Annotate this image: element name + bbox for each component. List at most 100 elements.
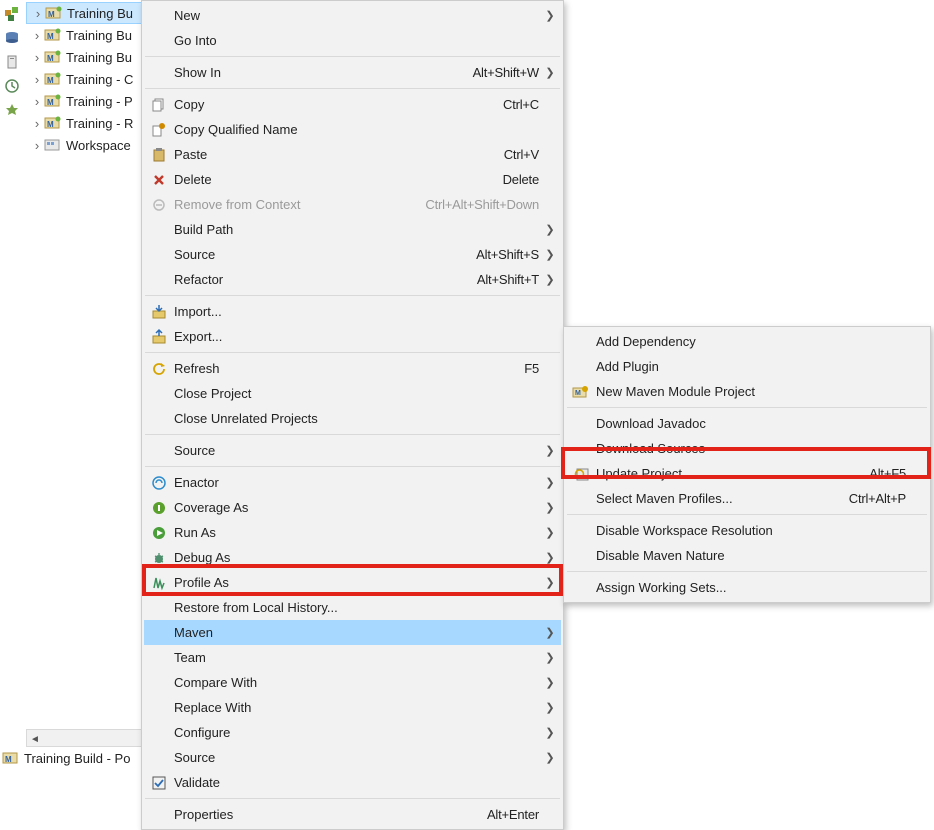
menu-item-label: Close Unrelated Projects [172, 411, 539, 426]
menu-item[interactable]: Assign Working Sets... [566, 575, 928, 600]
expand-icon[interactable]: › [30, 138, 44, 153]
menu-item[interactable]: Enactor❯ [144, 470, 561, 495]
menu-item[interactable]: Show InAlt+Shift+W❯ [144, 60, 561, 85]
menu-item-shortcut: Ctrl+C [503, 97, 541, 112]
db-icon[interactable] [4, 30, 20, 46]
menu-item[interactable]: Source❯ [144, 438, 561, 463]
menu-item-label: Disable Workspace Resolution [594, 523, 906, 538]
project-label: Training Bu [66, 28, 132, 43]
menu-separator [145, 56, 560, 57]
menu-item[interactable]: CopyCtrl+C [144, 92, 561, 117]
scroll-left-icon[interactable]: ◄ [27, 732, 43, 748]
menu-item-shortcut: Alt+Shift+W [473, 65, 541, 80]
maven-project-icon: M [44, 115, 62, 131]
menu-item[interactable]: SourceAlt+Shift+S❯ [144, 242, 561, 267]
view-toolbar [0, 0, 24, 768]
menu-separator [145, 88, 560, 89]
expand-icon[interactable]: › [30, 50, 44, 65]
coverage-icon [146, 501, 172, 515]
menu-item-label: Close Project [172, 386, 539, 401]
menu-item-label: Refresh [172, 361, 524, 376]
svg-text:M: M [47, 98, 54, 107]
menu-item[interactable]: Source❯ [144, 745, 561, 770]
menu-item[interactable]: DeleteDelete [144, 167, 561, 192]
horizontal-scrollbar[interactable]: ◄ [26, 729, 146, 747]
menu-item-label: Validate [172, 775, 539, 790]
maven-project-icon: M [44, 49, 62, 65]
menu-item[interactable]: Export... [144, 324, 561, 349]
tag-icon[interactable] [4, 54, 20, 70]
menu-item[interactable]: Close Unrelated Projects [144, 406, 561, 431]
context-menu: New❯Go IntoShow InAlt+Shift+W❯CopyCtrl+C… [141, 0, 564, 830]
menu-item[interactable]: New❯ [144, 3, 561, 28]
history-icon[interactable] [4, 78, 20, 94]
expand-icon[interactable]: › [30, 94, 44, 109]
expand-icon[interactable]: › [30, 116, 44, 131]
menu-item[interactable]: Coverage As❯ [144, 495, 561, 520]
menu-item[interactable]: RefreshF5 [144, 356, 561, 381]
submenu-arrow-icon: ❯ [541, 651, 559, 664]
menu-item[interactable]: MNew Maven Module Project [566, 379, 928, 404]
maven-module-icon: M [568, 385, 594, 399]
menu-item-label: Export... [172, 329, 539, 344]
expand-icon[interactable]: › [31, 6, 45, 21]
menu-item-label: Compare With [172, 675, 539, 690]
package-icon[interactable] [4, 6, 20, 22]
menu-item[interactable]: Go Into [144, 28, 561, 53]
menu-item-shortcut: Delete [503, 172, 541, 187]
menu-item[interactable]: Disable Maven Nature [566, 543, 928, 568]
menu-item[interactable]: Add Dependency [566, 329, 928, 354]
menu-item-label: Import... [172, 304, 539, 319]
svg-text:M: M [48, 10, 55, 19]
run-icon [146, 526, 172, 540]
project-label: Training Bu [67, 6, 133, 21]
svg-text:M: M [47, 76, 54, 85]
expand-icon[interactable]: › [30, 28, 44, 43]
svg-text:M: M [47, 54, 54, 63]
menu-item[interactable]: Select Maven Profiles...Ctrl+Alt+P [566, 486, 928, 511]
menu-item[interactable]: Download Javadoc [566, 411, 928, 436]
menu-item-shortcut: Ctrl+Alt+P [849, 491, 908, 506]
menu-item[interactable]: Restore from Local History... [144, 595, 561, 620]
menu-separator [145, 466, 560, 467]
svg-text:M: M [47, 120, 54, 129]
submenu-arrow-icon: ❯ [541, 501, 559, 514]
menu-item[interactable]: PropertiesAlt+Enter [144, 802, 561, 827]
maven-project-icon: M [44, 93, 62, 109]
menu-item[interactable]: Maven❯ [144, 620, 561, 645]
menu-item-label: Maven [172, 625, 539, 640]
star-icon[interactable] [4, 102, 20, 118]
menu-item[interactable]: Configure❯ [144, 720, 561, 745]
menu-item[interactable]: Build Path❯ [144, 217, 561, 242]
menu-item-label: Show In [172, 65, 473, 80]
menu-item-label: Assign Working Sets... [594, 580, 906, 595]
menu-item-label: Add Dependency [594, 334, 906, 349]
menu-separator [567, 514, 927, 515]
menu-item-shortcut: F5 [524, 361, 541, 376]
menu-item[interactable]: Replace With❯ [144, 695, 561, 720]
submenu-arrow-icon: ❯ [541, 248, 559, 261]
submenu-arrow-icon: ❯ [541, 223, 559, 236]
validate-icon [146, 776, 172, 790]
menu-item[interactable]: Copy Qualified Name [144, 117, 561, 142]
menu-item[interactable]: Team❯ [144, 645, 561, 670]
menu-item[interactable]: Compare With❯ [144, 670, 561, 695]
svg-text:M: M [575, 390, 581, 397]
menu-item[interactable]: Disable Workspace Resolution [566, 518, 928, 543]
menu-item[interactable]: Add Plugin [566, 354, 928, 379]
menu-item[interactable]: Close Project [144, 381, 561, 406]
menu-item[interactable]: Validate [144, 770, 561, 795]
menu-item[interactable]: Run As❯ [144, 520, 561, 545]
expand-icon[interactable]: › [30, 72, 44, 87]
menu-item-label: Go Into [172, 33, 539, 48]
project-label: Training - R [66, 116, 133, 131]
menu-item[interactable]: Import... [144, 299, 561, 324]
menu-item-label: Configure [172, 725, 539, 740]
menu-item-label: Refactor [172, 272, 477, 287]
menu-item[interactable]: RefactorAlt+Shift+T❯ [144, 267, 561, 292]
menu-item-label: Delete [172, 172, 503, 187]
submenu-arrow-icon: ❯ [541, 66, 559, 79]
context-icon [146, 198, 172, 212]
menu-item[interactable]: PasteCtrl+V [144, 142, 561, 167]
submenu-arrow-icon: ❯ [541, 626, 559, 639]
